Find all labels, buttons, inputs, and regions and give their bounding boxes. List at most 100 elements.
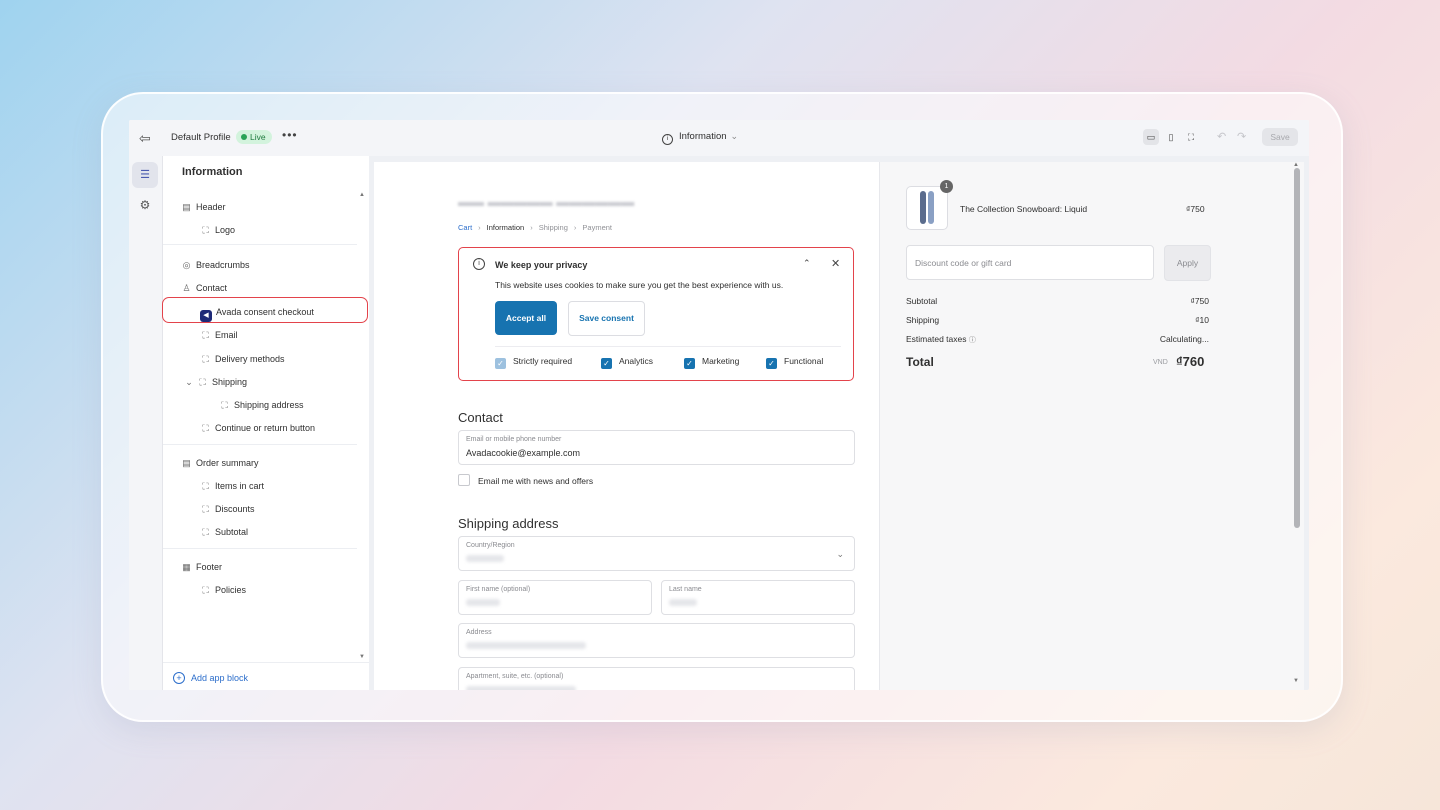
shipping-address-heading: Shipping address bbox=[458, 516, 559, 531]
profile-name[interactable]: Default Profile bbox=[171, 132, 231, 143]
subtotal-row: Subtotal ₫750 bbox=[906, 296, 1209, 306]
settings-icon[interactable]: ⚙ bbox=[132, 192, 158, 218]
sidebar-item-shipping[interactable]: ⌄ ⛶ Shipping bbox=[185, 377, 247, 388]
newsletter-checkbox[interactable]: Email me with news and offers bbox=[458, 474, 593, 486]
sidebar-item-label: Order summary bbox=[196, 458, 259, 468]
sidebar-item-footer[interactable]: ▦ Footer bbox=[181, 562, 222, 573]
quantity-badge: 1 bbox=[940, 180, 953, 193]
divider bbox=[163, 244, 357, 245]
option-marketing[interactable]: ✓ Marketing bbox=[684, 356, 739, 369]
divider bbox=[495, 346, 841, 347]
apply-button[interactable]: Apply bbox=[1164, 245, 1211, 281]
discount-placeholder: Discount code or gift card bbox=[915, 258, 1012, 268]
save-button[interactable]: Save bbox=[1262, 128, 1298, 146]
option-label: Marketing bbox=[702, 356, 740, 366]
block-icon: ⛶ bbox=[202, 481, 209, 491]
fullscreen-icon[interactable]: ⛶ bbox=[1183, 129, 1199, 145]
sidebar-item-email[interactable]: ⛶ Email bbox=[200, 330, 238, 341]
exit-icon[interactable]: ⇦ bbox=[139, 130, 151, 147]
option-analytics[interactable]: ✓ Analytics bbox=[601, 356, 653, 369]
sidebar-title: Information bbox=[182, 166, 243, 178]
checkout-main: ▬▬ ▬▬▬▬▬ ▬▬▬▬▬▬ Cart › Information › Shippin… bbox=[374, 162, 880, 690]
last-name-field[interactable]: Last name bbox=[661, 580, 855, 615]
shipping-row: Shipping ₫10 bbox=[906, 315, 1209, 325]
sidebar-item-policies[interactable]: ⛶ Policies bbox=[200, 585, 246, 596]
email-field[interactable]: Email or mobile phone number Avadacookie… bbox=[458, 430, 855, 465]
sidebar-item-label: Email bbox=[215, 330, 238, 340]
sidebar-item-label: Shipping address bbox=[234, 400, 304, 410]
save-consent-button[interactable]: Save consent bbox=[568, 301, 645, 336]
mobile-view-icon[interactable]: ▯ bbox=[1163, 129, 1179, 145]
sidebar-item-label: Breadcrumbs bbox=[196, 260, 250, 270]
sidebar-item-header[interactable]: ▤ Header bbox=[181, 202, 225, 213]
address-label: Address bbox=[466, 629, 492, 636]
scroll-down-icon[interactable]: ▼ bbox=[359, 654, 365, 660]
sidebar-item-discounts[interactable]: ⛶ Discounts bbox=[200, 504, 254, 515]
breadcrumb-cart[interactable]: Cart bbox=[458, 223, 472, 232]
chevron-right-icon: › bbox=[573, 223, 577, 232]
divider bbox=[163, 444, 357, 445]
page-selector[interactable]: i Information ⌄ bbox=[662, 131, 738, 145]
consent-title: We keep your privacy bbox=[495, 260, 588, 270]
undo-icon[interactable]: ↶ bbox=[1217, 130, 1226, 143]
checkbox-checked[interactable]: ✓ bbox=[766, 358, 777, 369]
desktop-view-icon[interactable]: ▭ bbox=[1143, 129, 1159, 145]
subtotal-label: Subtotal bbox=[906, 296, 938, 306]
checkbox-checked[interactable]: ✓ bbox=[601, 358, 612, 369]
sidebar-item-order-summary[interactable]: ▤ Order summary bbox=[181, 458, 259, 469]
scrollbar[interactable] bbox=[1294, 168, 1300, 528]
sidebar-item-avada-consent[interactable]: ◀ Avada consent checkout bbox=[200, 307, 314, 322]
block-icon: ⛶ bbox=[202, 225, 209, 235]
sidebar-item-label: Subtotal bbox=[215, 527, 249, 537]
shipping-value: ₫10 bbox=[1195, 315, 1209, 325]
accept-all-button[interactable]: Accept all bbox=[495, 301, 557, 335]
checkbox-unchecked[interactable] bbox=[458, 474, 470, 486]
product-name: The Collection Snowboard: Liquid bbox=[960, 204, 1088, 214]
email-field-label: Email or mobile phone number bbox=[466, 436, 562, 443]
scroll-down-icon[interactable]: ▼ bbox=[1293, 678, 1299, 684]
block-icon: ⛶ bbox=[202, 354, 209, 364]
discount-input[interactable]: Discount code or gift card bbox=[906, 245, 1154, 280]
option-strictly-required: ✓ Strictly required bbox=[495, 356, 572, 369]
scroll-up-icon[interactable]: ▲ bbox=[359, 192, 365, 198]
chevron-down-icon: ⌄ bbox=[730, 131, 739, 141]
sidebar-item-label: Continue or return button bbox=[215, 423, 316, 433]
more-options-icon[interactable]: ••• bbox=[282, 128, 298, 142]
sidebar-item-shipping-address[interactable]: ⛶ Shipping address bbox=[219, 400, 304, 411]
help-icon[interactable]: ⓘ bbox=[969, 337, 976, 344]
sidebar-item-continue[interactable]: ⛶ Continue or return button bbox=[200, 423, 315, 434]
close-icon[interactable]: ✕ bbox=[831, 257, 840, 270]
add-app-block-button[interactable]: + Add app block bbox=[173, 672, 248, 684]
country-select[interactable]: Country/Region ⌄ bbox=[458, 536, 855, 571]
blurred-value bbox=[669, 599, 697, 606]
button-icon: ⛶ bbox=[202, 423, 209, 433]
consent-banner: i We keep your privacy ⌃ ✕ This website … bbox=[458, 247, 854, 381]
block-icon: ⛶ bbox=[221, 400, 228, 410]
redo-icon[interactable]: ↷ bbox=[1237, 130, 1246, 143]
sidebar-item-breadcrumbs[interactable]: ◎ Breadcrumbs bbox=[181, 260, 250, 271]
chevron-up-icon[interactable]: ⌃ bbox=[803, 258, 811, 269]
store-title-blurred: ▬▬ ▬▬▬▬▬ ▬▬▬▬▬▬ bbox=[458, 194, 635, 209]
chevron-down-icon[interactable]: ⌄ bbox=[185, 377, 193, 388]
address-field[interactable]: Address bbox=[458, 623, 855, 658]
sidebar-item-items-in-cart[interactable]: ⛶ Items in cart bbox=[200, 481, 264, 492]
sidebar-item-delivery[interactable]: ⛶ Delivery methods bbox=[200, 354, 284, 365]
apartment-field[interactable]: Apartment, suite, etc. (optional) bbox=[458, 667, 855, 690]
country-label: Country/Region bbox=[466, 542, 515, 549]
checkbox-checked[interactable]: ✓ bbox=[684, 358, 695, 369]
option-functional[interactable]: ✓ Functional bbox=[766, 356, 823, 369]
sidebar-item-label: Shipping bbox=[212, 377, 248, 387]
first-name-field[interactable]: First name (optional) bbox=[458, 580, 652, 615]
page-selector-label: Information bbox=[679, 131, 727, 142]
footer-icon: ▦ bbox=[182, 562, 191, 572]
blurred-value bbox=[466, 555, 504, 562]
order-summary: 1 The Collection Snowboard: Liquid ₫750 … bbox=[880, 162, 1304, 690]
header-icon: ▤ bbox=[182, 202, 191, 212]
sections-icon[interactable]: ☰ bbox=[132, 162, 158, 188]
sidebar-item-contact[interactable]: ♙ Contact bbox=[181, 283, 227, 294]
left-rail: ☰ ⚙ bbox=[129, 156, 163, 690]
sidebar: Information ▲ ▤ Header ⛶ Logo ◎ Breadcrumbs… bbox=[162, 156, 369, 690]
sidebar-item-subtotal[interactable]: ⛶ Subtotal bbox=[200, 527, 248, 538]
product-image bbox=[906, 186, 948, 230]
sidebar-item-logo[interactable]: ⛶ Logo bbox=[200, 225, 235, 236]
